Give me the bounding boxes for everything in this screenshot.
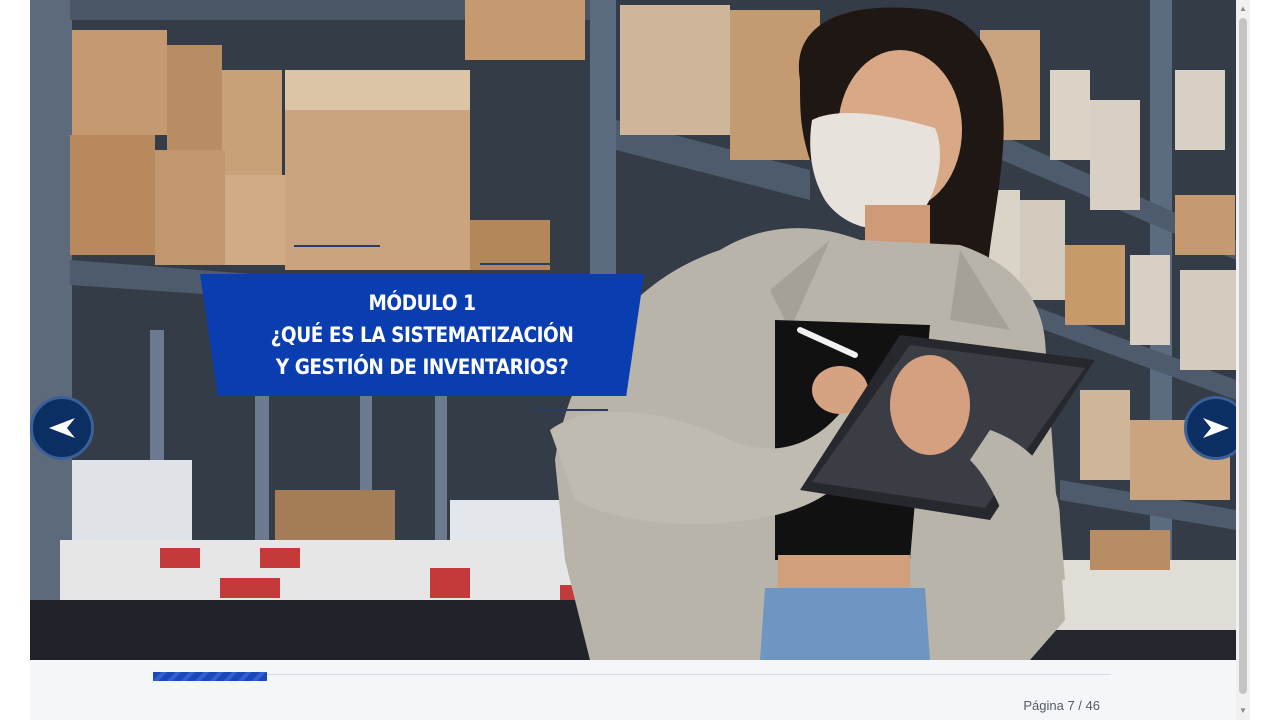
course-viewer: MÓDULO 1 ¿QUÉ ES LA SISTEMATIZACIÓN Y GE…	[0, 0, 1280, 720]
module-title-line-3: Y GESTIÓN DE INVENTARIOS?	[275, 355, 569, 379]
chevron-left-icon	[49, 418, 75, 438]
progress-bar-fill	[153, 672, 267, 681]
module-title-line-1: MÓDULO 1	[368, 291, 476, 315]
decorative-line	[294, 245, 380, 247]
module-title: MÓDULO 1 ¿QUÉ ES LA SISTEMATIZACIÓN Y GE…	[227, 274, 618, 396]
module-title-banner: MÓDULO 1 ¿QUÉ ES LA SISTEMATIZACIÓN Y GE…	[200, 274, 644, 396]
slide-footer: Página 7 / 46	[30, 660, 1236, 720]
scroll-up-icon[interactable]: ▲	[1238, 4, 1248, 14]
vertical-scrollbar[interactable]: ▲ ▼	[1236, 0, 1250, 720]
slide-background-photo: MÓDULO 1 ¿QUÉ ES LA SISTEMATIZACIÓN Y GE…	[30, 0, 1236, 660]
page-indicator: Página 7 / 46	[1023, 698, 1100, 713]
scrollbar-thumb[interactable]	[1239, 18, 1247, 694]
decorative-line	[480, 263, 550, 265]
scroll-down-icon[interactable]: ▼	[1238, 706, 1248, 716]
previous-page-button[interactable]	[30, 396, 94, 460]
chevron-right-icon	[1203, 418, 1229, 438]
module-title-line-2: ¿QUÉ ES LA SISTEMATIZACIÓN	[270, 323, 574, 347]
decorative-line	[536, 409, 608, 411]
progress-track	[153, 674, 1111, 675]
